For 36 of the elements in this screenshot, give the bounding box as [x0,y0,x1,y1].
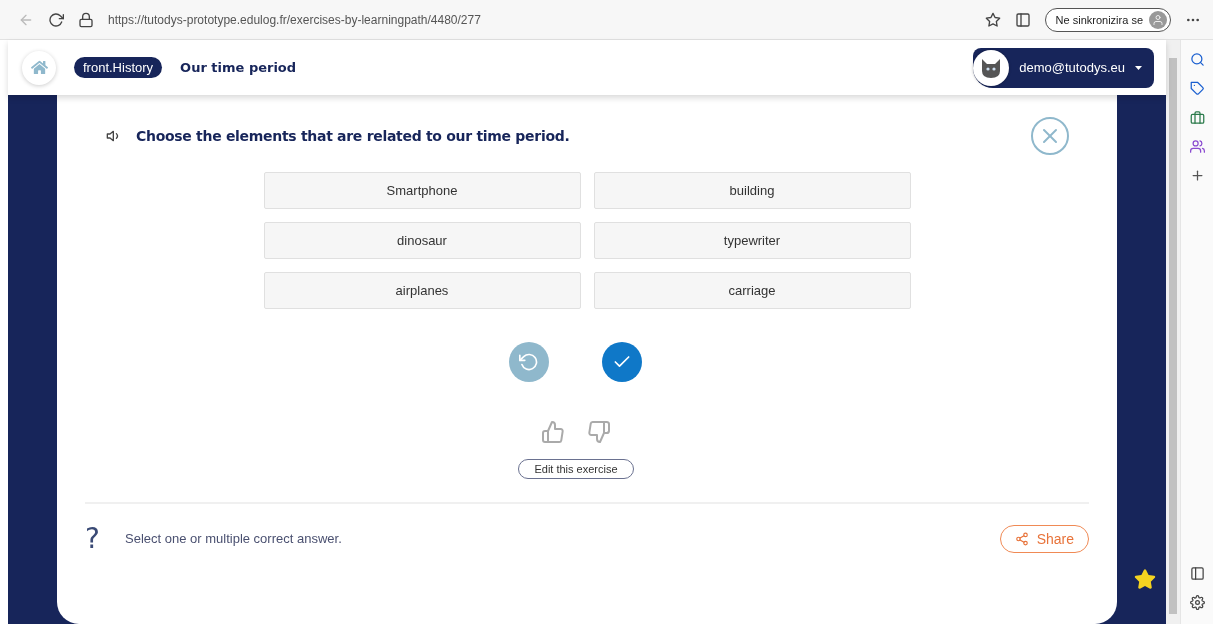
answer-option[interactable]: building [593,172,911,209]
help-mark: ? [85,522,101,555]
star-icon [1134,568,1156,590]
question-text: Choose the elements that are related to our time period. [136,128,571,144]
home-icon [30,59,48,76]
lock-icon[interactable] [78,11,94,28]
answer-option[interactable]: typewriter [593,222,911,259]
user-menu-button[interactable]: demo@tutodys.eu [973,47,1154,88]
address-bar[interactable]: https://tutodys-prototype.edulog.fr/exercises-by-learningpath/4480/277 [108,12,971,27]
hint-text: Select one or multiple correct answer. [125,531,343,546]
cat-avatar-icon [973,49,1010,86]
caret-icon [1135,65,1142,70]
answer-option[interactable]: airplanes [263,272,581,309]
answer-option[interactable]: dinosaur [263,222,581,259]
star-icon[interactable] [984,11,1001,28]
reset-icon [519,352,539,372]
sync-button[interactable]: Ne sinkronizira se [1044,7,1171,32]
reload-icon[interactable] [48,11,64,28]
answer-option[interactable]: carriage [593,272,911,309]
add-icon[interactable] [1189,168,1205,183]
answer-option[interactable]: Smartphone [263,172,581,209]
subject-tag: front.History [74,57,163,78]
collections-icon[interactable] [1014,11,1031,28]
tag-icon[interactable] [1189,81,1205,96]
briefcase-icon[interactable] [1189,110,1205,125]
sidebar-icon[interactable] [1189,566,1205,581]
profile-icon [1149,10,1167,29]
page-title: Our time period [180,60,298,75]
validate-button[interactable] [602,342,642,382]
thumbs-up-icon[interactable] [541,420,565,444]
search-icon[interactable] [1189,52,1205,67]
people-icon[interactable] [1189,139,1205,154]
thumbs-down-icon[interactable] [587,420,611,444]
share-icon [1014,531,1029,546]
settings-icon[interactable] [1189,595,1205,610]
edit-exercise-button[interactable]: Edit this exercise [518,459,634,479]
